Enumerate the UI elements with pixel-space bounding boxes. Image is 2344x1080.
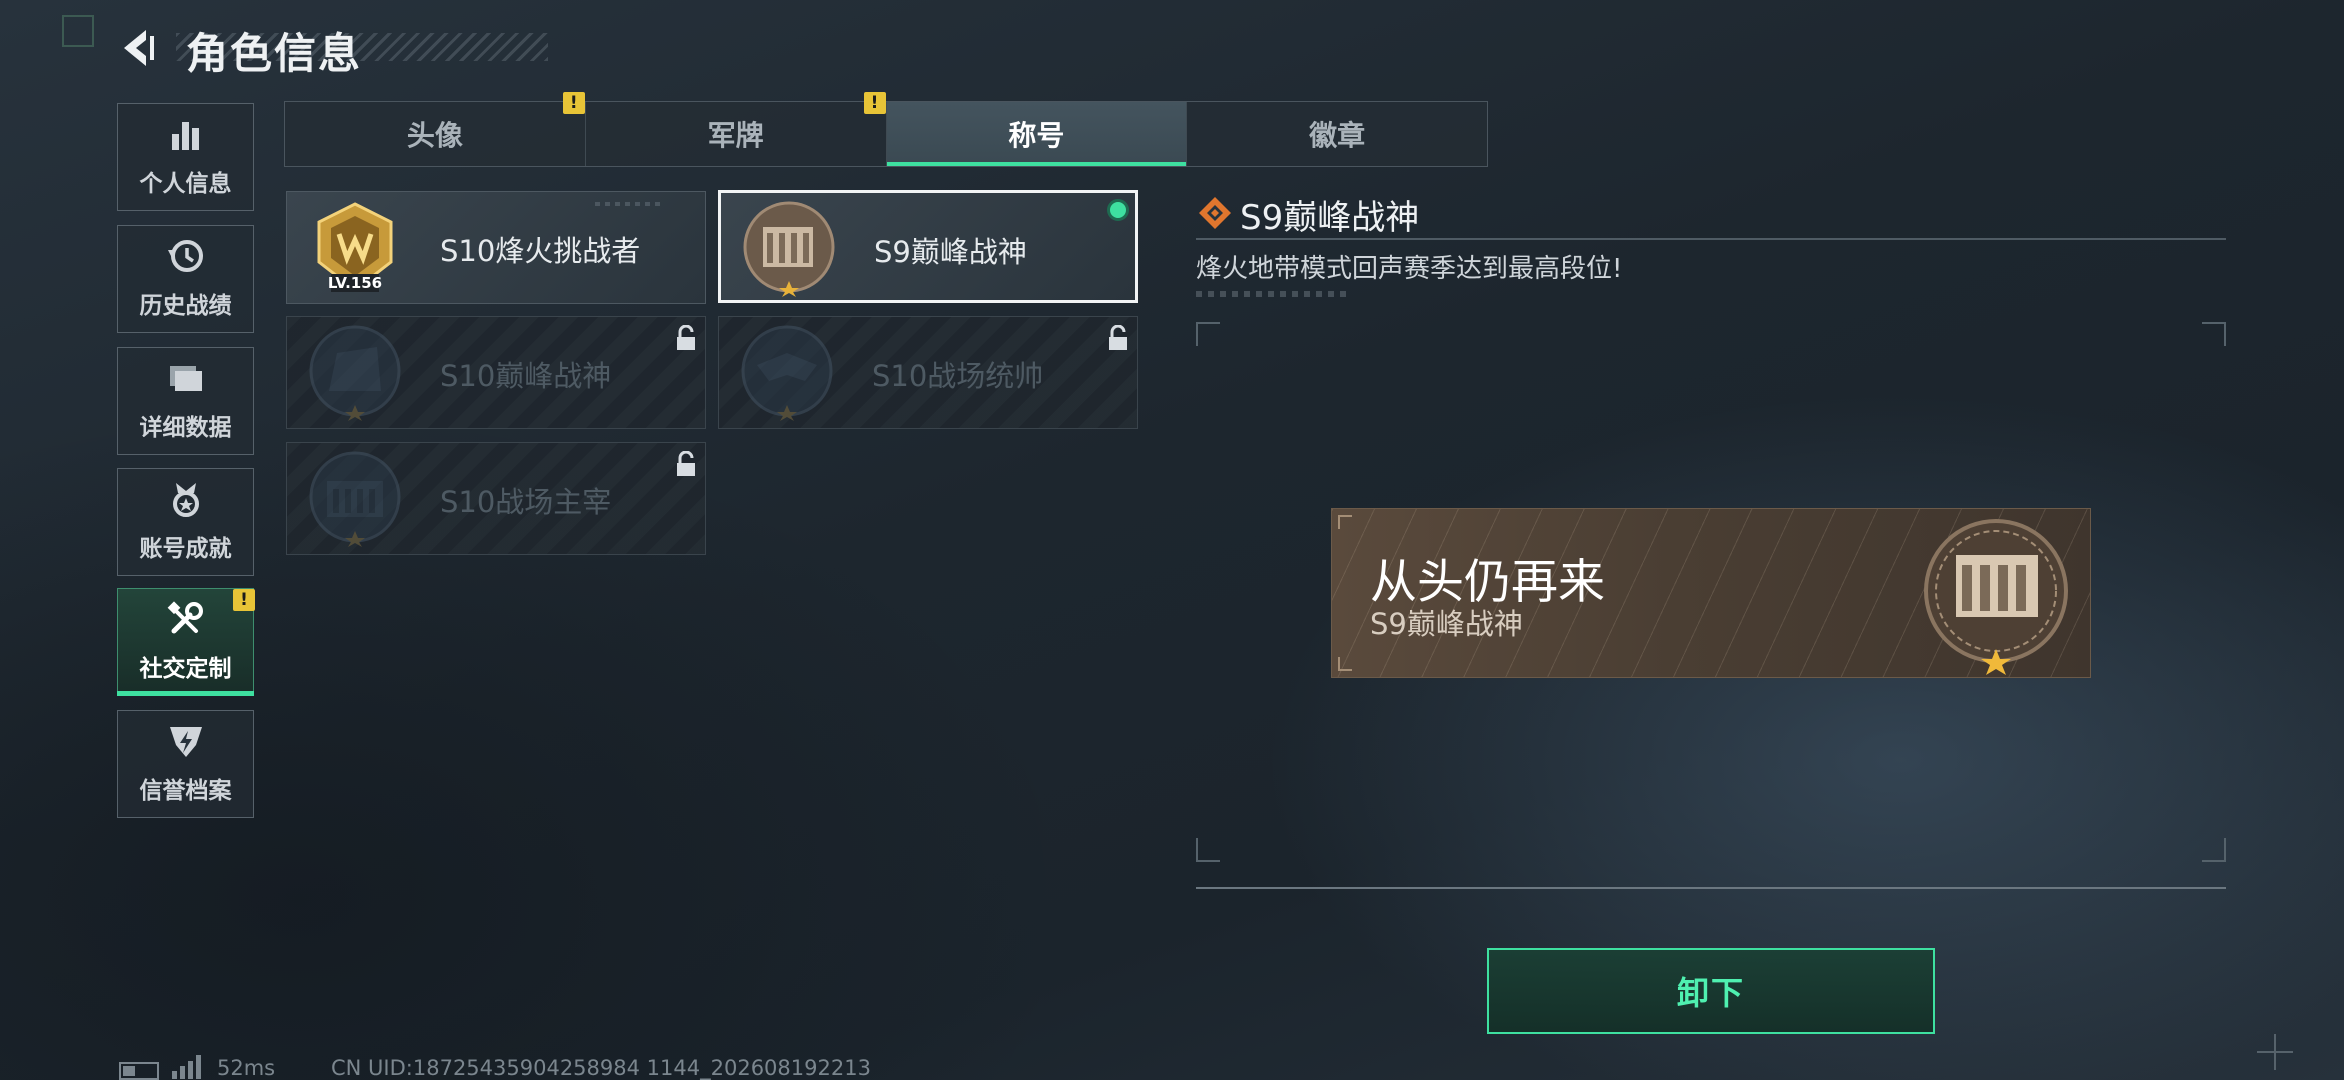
- divider: [1196, 238, 2226, 240]
- detail-decoration: [1196, 291, 1346, 297]
- history-icon: [167, 240, 203, 272]
- title-name: S10战场主宰: [440, 485, 612, 519]
- tools-icon: [167, 601, 203, 634]
- sidebar-item-detailed-data[interactable]: 详细数据: [117, 347, 254, 455]
- challenger-emblem-icon: LV.156: [317, 202, 393, 292]
- sidebar-item-label: 社交定制: [139, 656, 232, 682]
- preview-frame-corner: [2202, 322, 2226, 346]
- nameplate-title: S9巅峰战神: [1370, 607, 1523, 641]
- title-card-locked[interactable]: S10战场统帅: [718, 316, 1138, 429]
- ping-value: 52ms: [217, 1056, 276, 1080]
- tab-label: 徽章: [1309, 119, 1366, 152]
- title-name: S10巅峰战神: [440, 359, 612, 393]
- detail-title: S9巅峰战神: [1240, 198, 1420, 238]
- sidebar-item-label: 账号成就: [139, 536, 232, 562]
- title-card[interactable]: LV.156 S10烽火挑战者: [286, 191, 706, 304]
- alert-badge: !: [863, 92, 886, 114]
- folder-icon: [169, 366, 202, 391]
- title-name: S10烽火挑战者: [440, 234, 641, 268]
- preview-frame-corner: [1196, 322, 1220, 346]
- page-title: 角色信息: [186, 29, 363, 78]
- medal-icon: [172, 483, 199, 517]
- shield-bolt-icon: [169, 727, 202, 757]
- sidebar-item-label: 历史战绩: [139, 293, 232, 319]
- tab-label: 称号: [1008, 119, 1065, 152]
- sidebar-item-label: 信誉档案: [139, 778, 232, 804]
- sidebar-active-indicator: [117, 691, 254, 696]
- signal-icon: [172, 1055, 201, 1079]
- peak-war-god-emblem-icon: [309, 325, 401, 421]
- tab-title[interactable]: 称号: [886, 102, 1188, 166]
- detail-description: 烽火地带模式回声赛季达到最高段位!: [1196, 254, 1623, 284]
- nameplate-preview: 从头仍再来 S9巅峰战神: [1331, 508, 2091, 678]
- equipped-indicator: [1107, 199, 1129, 221]
- sidebar-item-achievements[interactable]: 账号成就: [117, 468, 254, 576]
- user-uid: CN UID:18725435904258984 1144_2026081922…: [331, 1056, 871, 1080]
- peak-war-god-emblem-icon: [1924, 519, 2068, 675]
- title-card-locked[interactable]: S10战场主宰: [286, 442, 706, 555]
- colosseum-emblem-icon: [309, 451, 401, 547]
- sidebar-item-history[interactable]: 历史战绩: [117, 225, 254, 333]
- nameplate-corner: [1338, 657, 1352, 671]
- corner-decoration: [62, 15, 94, 47]
- title-name: S10战场统帅: [872, 359, 1044, 393]
- level-label: LV.156: [328, 274, 382, 292]
- crosshair-icon: [2257, 1034, 2293, 1070]
- tab-label: 军牌: [707, 119, 764, 152]
- tab-dog-tag[interactable]: 军牌 !: [586, 92, 887, 166]
- title-card-locked[interactable]: S10巅峰战神: [286, 316, 706, 429]
- preview-divider: [1196, 887, 2226, 889]
- sidebar-item-reputation[interactable]: 信誉档案: [117, 710, 254, 818]
- sidebar-item-personal-info[interactable]: 个人信息: [117, 103, 254, 211]
- sidebar-item-label: 个人信息: [139, 171, 232, 197]
- tab-label: 头像: [406, 119, 463, 152]
- category-tabs: 头像 ! 军牌 ! 称号 徽章: [284, 92, 1488, 167]
- lock-icon: [677, 451, 695, 476]
- sidebar-item-label: 详细数据: [139, 415, 232, 441]
- tab-avatar[interactable]: 头像 !: [285, 92, 586, 166]
- peak-war-god-emblem-icon: [743, 201, 835, 297]
- alert-badge: !: [233, 589, 255, 611]
- title-name: S9巅峰战神: [874, 235, 1027, 269]
- alert-badge: !: [562, 92, 585, 114]
- battery-icon: [119, 1062, 159, 1080]
- card-decoration: [595, 202, 665, 206]
- title-card-selected[interactable]: S9巅峰战神: [718, 190, 1138, 303]
- lock-icon: [1109, 325, 1127, 350]
- tab-badge[interactable]: 徽章: [1187, 102, 1487, 166]
- diamond-icon: [1199, 197, 1231, 229]
- commander-emblem-icon: [741, 325, 833, 421]
- back-arrow-icon[interactable]: [116, 24, 164, 72]
- unequip-button[interactable]: 卸下: [1487, 948, 1935, 1034]
- lock-icon: [677, 325, 695, 350]
- nameplate-corner: [1338, 515, 1352, 529]
- preview-frame-corner: [1196, 838, 1220, 862]
- preview-frame-corner: [2202, 838, 2226, 862]
- bar-chart-icon: [171, 122, 199, 150]
